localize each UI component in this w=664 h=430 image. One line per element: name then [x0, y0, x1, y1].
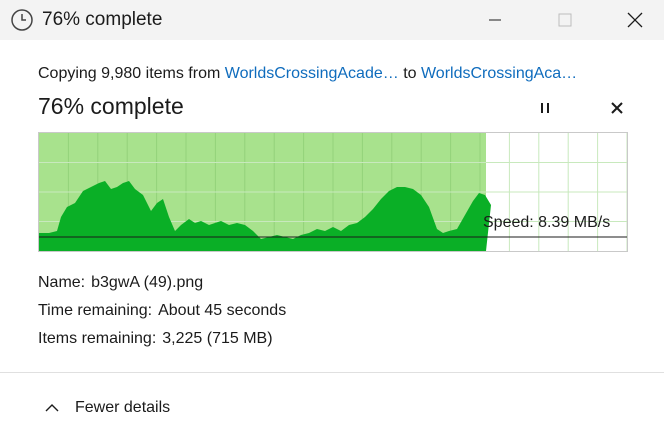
pause-icon [541, 103, 549, 113]
detail-name: Name: b3gwA (49).png [38, 272, 203, 294]
pause-button[interactable] [532, 96, 558, 120]
chevron-up-icon [45, 404, 59, 412]
title-bar: 76% complete [0, 0, 664, 40]
destination-link[interactable]: WorldsCrossingAca… [421, 65, 577, 82]
cancel-button[interactable] [604, 96, 630, 120]
source-link[interactable]: WorldsCrossingAcade… [225, 65, 399, 82]
speed-plot [39, 133, 627, 251]
items-remaining-value: 3,225 (715 MB) [162, 330, 273, 347]
progress-heading: 76% complete [38, 93, 184, 119]
close-icon [627, 12, 643, 28]
copy-summary: Copying 9,980 items from WorldsCrossingA… [38, 63, 658, 85]
divider [0, 372, 664, 373]
close-icon [611, 102, 623, 114]
minimize-icon [489, 19, 501, 21]
clock-icon [10, 8, 34, 32]
copy-middle: to [398, 65, 421, 82]
time-remaining-value: About 45 seconds [158, 302, 287, 319]
close-window-button[interactable] [612, 0, 658, 40]
window-title: 76% complete [42, 9, 163, 30]
time-remaining-label: Time remaining: [38, 302, 153, 319]
items-remaining-label: Items remaining: [38, 330, 157, 347]
fewer-details-button[interactable]: Fewer details [40, 394, 240, 422]
detail-items-remaining: Items remaining: 3,225 (715 MB) [38, 328, 273, 350]
speed-label: Speed: 8.39 MB/s [483, 214, 611, 231]
fewer-details-label: Fewer details [75, 399, 171, 416]
detail-time-remaining: Time remaining: About 45 seconds [38, 300, 286, 322]
maximize-icon [558, 13, 572, 27]
copy-prefix: Copying 9,980 items from [38, 65, 225, 82]
maximize-button[interactable] [542, 0, 588, 40]
name-value: b3gwA (49).png [91, 274, 204, 291]
name-label: Name: [38, 274, 86, 291]
transfer-speed-graph: Speed: 8.39 MB/s [38, 132, 628, 252]
minimize-button[interactable] [472, 0, 518, 40]
